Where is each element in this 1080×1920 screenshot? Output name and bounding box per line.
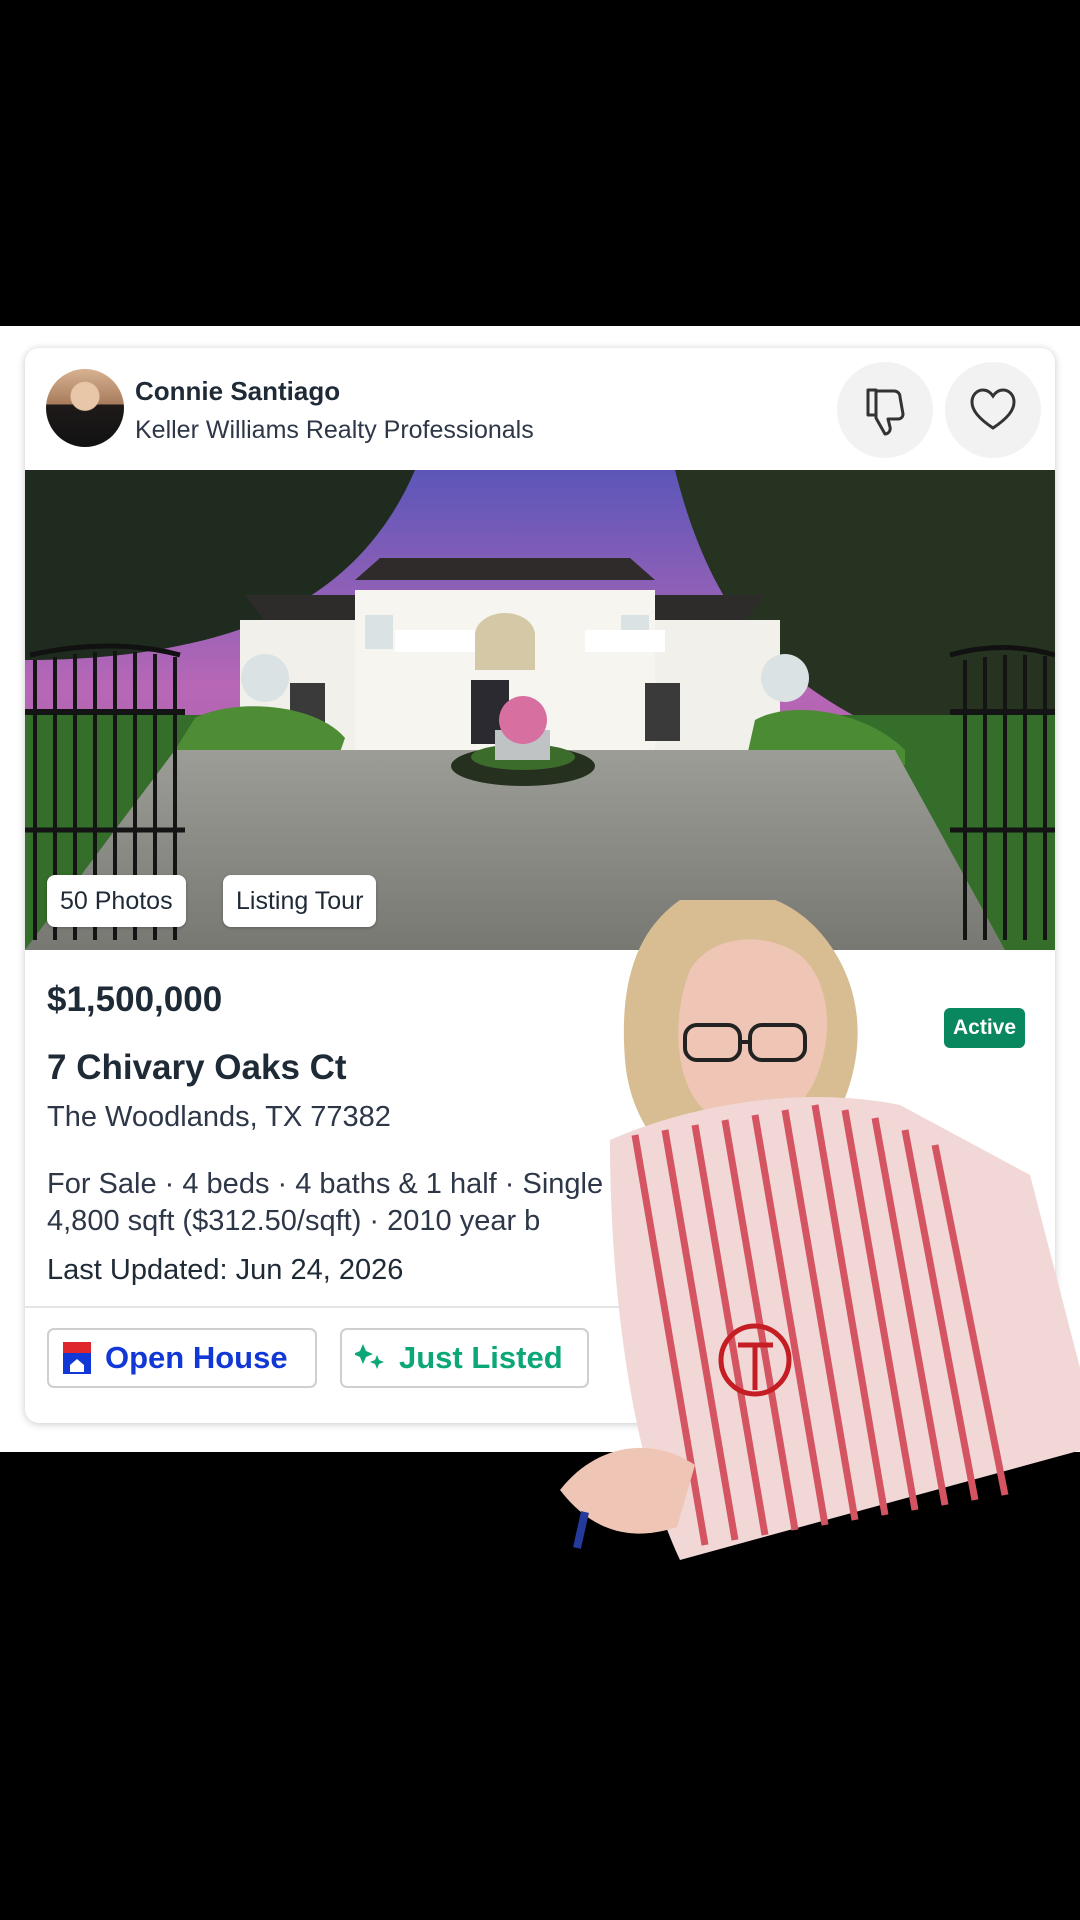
heart-icon xyxy=(970,388,1016,430)
listing-city: The Woodlands, TX 77382 xyxy=(47,1101,391,1133)
listing-photo[interactable]: 50 Photos Listing Tour xyxy=(25,470,1055,950)
last-updated: Last Updated: Jun 24, 2026 xyxy=(47,1254,404,1286)
listing-details: For Sale · 4 beds · 4 baths & 1 half · S… xyxy=(47,1166,647,1240)
house-icon xyxy=(63,1342,91,1374)
listing-price: $1,500,000 xyxy=(47,980,223,1019)
open-house-label: Open House xyxy=(105,1340,288,1375)
details-line-2: 4,800 sqft ($312.50/sqft) · 2010 year b xyxy=(47,1205,541,1237)
listing-address[interactable]: 7 Chivary Oaks Ct xyxy=(47,1048,347,1088)
dislike-button[interactable] xyxy=(837,362,933,458)
agent-header: Connie Santiago Keller Williams Realty P… xyxy=(25,348,1055,470)
listing-tour-button[interactable]: Listing Tour xyxy=(223,875,377,927)
agent-name: Connie Santiago xyxy=(135,376,341,406)
open-house-tag[interactable]: Open House xyxy=(47,1328,317,1388)
thumbs-down-icon xyxy=(866,388,905,436)
sparkle-icon xyxy=(355,1343,384,1369)
just-listed-label: Just Listed xyxy=(399,1340,563,1375)
agent-avatar xyxy=(46,369,124,447)
details-line-1: For Sale · 4 beds · 4 baths & 1 half · S… xyxy=(47,1168,604,1200)
presenter-video-overlay xyxy=(560,900,1080,1560)
photos-count-button[interactable]: 50 Photos xyxy=(47,875,186,927)
brokerage-name: Keller Williams Realty Professionals xyxy=(135,416,534,444)
favorite-button[interactable] xyxy=(945,362,1041,458)
just-listed-tag[interactable]: Just Listed xyxy=(340,1328,589,1388)
